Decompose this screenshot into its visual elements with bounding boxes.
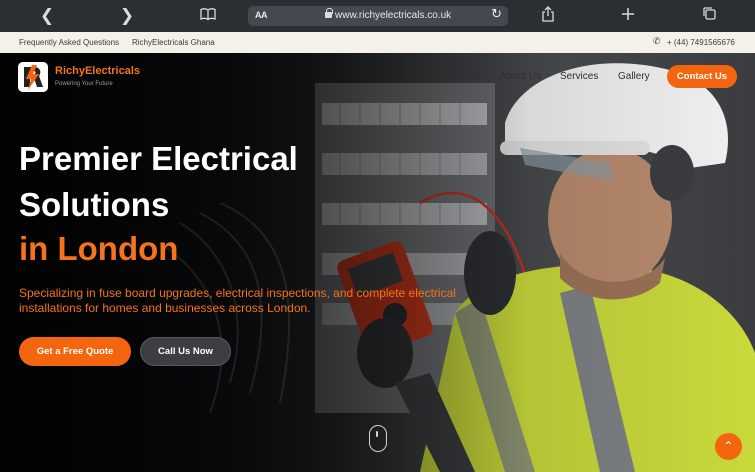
chevron-left-icon[interactable]: ❮ <box>36 6 58 26</box>
chevron-up-icon[interactable]: ⌃ <box>715 433 742 460</box>
text-size-button[interactable]: AA <box>255 10 268 20</box>
phone-icon: ✆ <box>653 37 661 47</box>
phone-number[interactable]: + (44) 7491565676 <box>667 38 735 47</box>
faq-link[interactable]: Frequently Asked Questions <box>19 38 119 47</box>
top-info-bar: Frequently Asked Questions RichyElectric… <box>0 32 755 53</box>
tabs-icon[interactable] <box>698 6 720 26</box>
share-icon[interactable] <box>537 6 559 26</box>
contact-us-button[interactable]: Contact Us <box>667 65 737 88</box>
chevron-right-icon[interactable]: ❯ <box>116 6 138 26</box>
hero-subtitle: Specializing in fuse board upgrades, ele… <box>19 286 456 315</box>
browser-toolbar: ❮ ❯ AA www.richyelectricals.co.uk ↻ <box>0 0 755 32</box>
nav-gallery[interactable]: Gallery <box>618 71 650 82</box>
ghana-link[interactable]: RichyElectricals Ghana <box>132 38 215 47</box>
nav-home[interactable]: Home <box>453 71 480 82</box>
nav-about[interactable]: About Us <box>500 71 541 82</box>
brand-name[interactable]: RichyElectricals <box>55 65 140 77</box>
url-text: www.richyelectricals.co.uk <box>335 10 452 21</box>
hero-title-line2: Solutions <box>19 186 170 223</box>
hero-title-line1: Premier Electrical <box>19 140 298 177</box>
scroll-mouse-icon[interactable] <box>369 425 387 452</box>
get-quote-button[interactable]: Get a Free Quote <box>19 337 131 366</box>
brand-tagline: Powering Your Future <box>55 81 113 87</box>
nav-services[interactable]: Services <box>560 71 598 82</box>
book-icon[interactable] <box>197 6 219 26</box>
plus-icon[interactable] <box>617 6 639 26</box>
lock-icon <box>325 8 333 18</box>
hero-title-line3: in London <box>19 230 179 267</box>
call-us-button[interactable]: Call Us Now <box>140 337 231 366</box>
address-bar[interactable]: AA www.richyelectricals.co.uk ↻ <box>248 6 508 26</box>
reload-icon[interactable]: ↻ <box>491 7 502 22</box>
hero-section: RichyElectricals Powering Your Future Ho… <box>0 53 755 472</box>
brand-logo[interactable] <box>18 62 48 92</box>
